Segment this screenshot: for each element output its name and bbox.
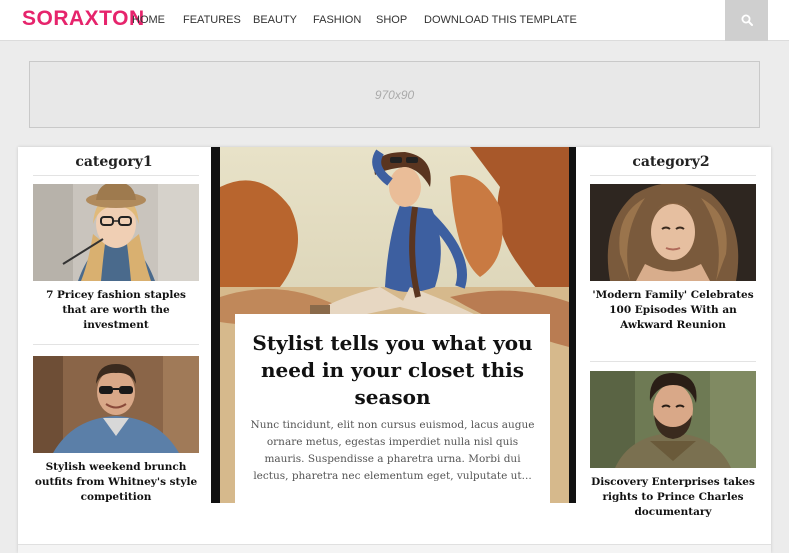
post-thumbnail-hat-woman[interactable]	[33, 184, 199, 281]
site-logo[interactable]: SORAXTON	[22, 7, 145, 31]
featured-card: Stylist tells you what you need in your …	[235, 314, 550, 503]
next-section-edge	[18, 544, 771, 553]
category1-title[interactable]: category1	[31, 154, 197, 170]
ad-size-label: 970x90	[374, 88, 415, 102]
nav-download-template[interactable]: DOWNLOAD THIS TEMPLATE	[424, 14, 577, 26]
search-button[interactable]	[725, 0, 768, 41]
left-post-title-1[interactable]: 7 Pricey fashion staples that are worth …	[33, 288, 199, 333]
ad-banner[interactable]: 970x90	[29, 61, 760, 128]
site-header: SORAXTON HOME FEATURES BEAUTY FASHION SH…	[0, 0, 789, 41]
post-thumbnail-curly-woman[interactable]	[590, 184, 756, 281]
right-post-title-2[interactable]: Discovery Enterprises takes rights to Pr…	[590, 475, 756, 520]
search-icon	[741, 14, 753, 26]
category2-divider	[590, 175, 756, 176]
nav-features[interactable]: FEATURES	[183, 14, 241, 26]
featured-title[interactable]: Stylist tells you what you need in your …	[243, 330, 542, 411]
left-post-title-2[interactable]: Stylish weekend brunch outfits from Whit…	[33, 460, 199, 505]
right-post-title-1[interactable]: 'Modern Family' Celebrates 100 Episodes …	[590, 288, 756, 333]
nav-beauty[interactable]: BEAUTY	[253, 14, 297, 26]
right-post-divider	[590, 361, 756, 362]
nav-home[interactable]: HOME	[132, 14, 165, 26]
post-thumbnail-sunglasses-man[interactable]	[33, 356, 199, 453]
nav-fashion[interactable]: FASHION	[313, 14, 361, 26]
category2-title[interactable]: category2	[588, 154, 754, 170]
category1-divider	[33, 175, 199, 176]
post-thumbnail-bearded-man[interactable]	[590, 371, 756, 468]
nav-shop[interactable]: SHOP	[376, 14, 407, 26]
left-post-divider	[33, 344, 199, 345]
featured-excerpt: Nunc tincidunt, elit non cursus euismod,…	[250, 419, 535, 482]
